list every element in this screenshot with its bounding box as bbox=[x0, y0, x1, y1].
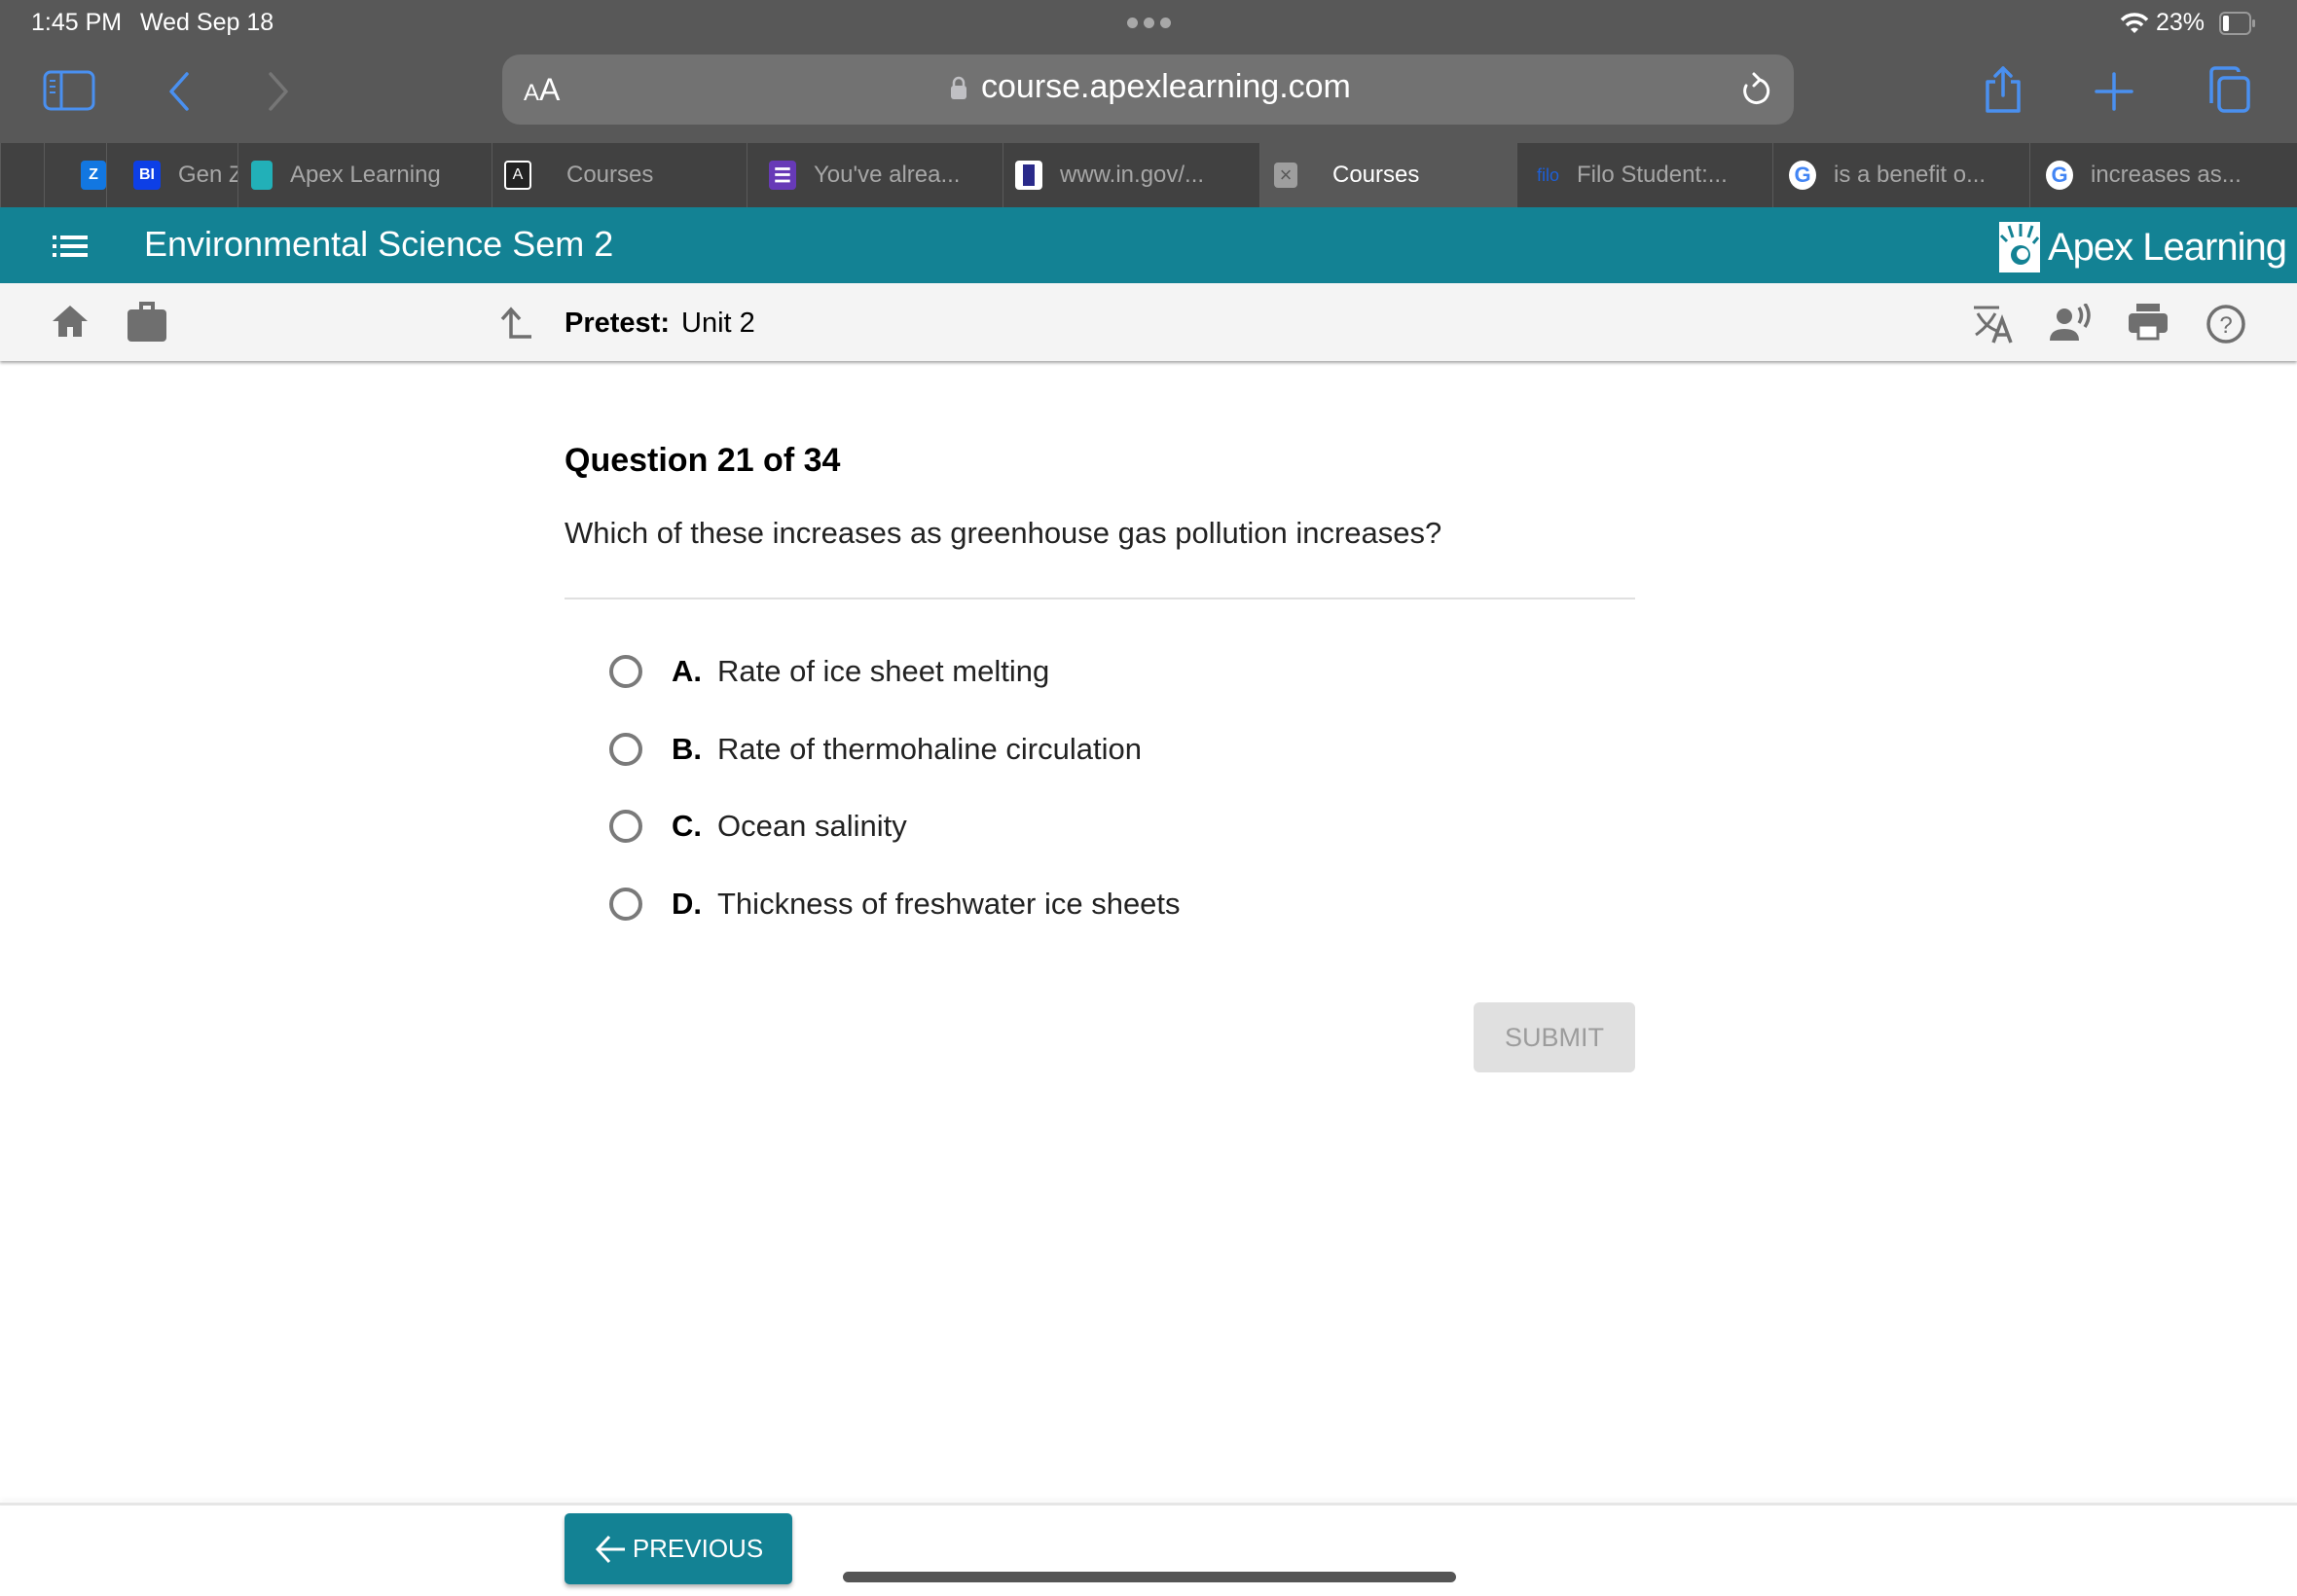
answer-option-b[interactable]: B. Rate of thermohaline circulation bbox=[609, 723, 1142, 776]
multitasking-dots-icon[interactable] bbox=[1127, 18, 1171, 28]
tab-bar: Z BI Gen Z Apex Learning A Courses ☰ You… bbox=[0, 143, 2297, 207]
breadcrumb-value: Unit 2 bbox=[681, 308, 755, 339]
tab-label: Gen Z bbox=[178, 162, 237, 188]
arrow-left-icon bbox=[595, 1535, 625, 1563]
back-icon[interactable] bbox=[164, 70, 193, 113]
tab-courses-active[interactable]: × Courses bbox=[1259, 143, 1516, 207]
indiana-icon bbox=[1015, 161, 1042, 190]
print-icon[interactable] bbox=[2128, 304, 2169, 341]
share-icon[interactable] bbox=[1982, 64, 2024, 115]
answer-option-a[interactable]: A. Rate of ice sheet melting bbox=[609, 645, 1049, 698]
url-text[interactable]: course.apexlearning.com bbox=[981, 68, 1351, 106]
tab-pinned-empty[interactable] bbox=[0, 143, 44, 207]
tab-google-forms[interactable]: ☰ You've alrea... bbox=[747, 143, 1003, 207]
forms-icon: ☰ bbox=[769, 161, 796, 190]
apex-logo-icon bbox=[1999, 222, 2040, 272]
radio-button[interactable] bbox=[609, 733, 642, 766]
google-icon: G bbox=[1789, 161, 1816, 190]
option-text: Ocean salinity bbox=[717, 809, 907, 843]
tab-google-search-2[interactable]: G increases as... bbox=[2029, 143, 2297, 207]
option-letter: A. bbox=[672, 654, 702, 688]
battery-icon bbox=[2219, 12, 2255, 35]
a-icon: A bbox=[504, 161, 531, 190]
question-divider bbox=[565, 598, 1635, 599]
tab-label: Courses bbox=[566, 162, 654, 188]
lock-icon bbox=[951, 76, 966, 99]
radio-button[interactable] bbox=[609, 655, 642, 688]
tab-in-gov[interactable]: www.in.gov/... bbox=[1003, 143, 1259, 207]
answer-option-d[interactable]: D. Thickness of freshwater ice sheets bbox=[609, 878, 1181, 930]
tab-label: is a benefit o... bbox=[1834, 162, 1987, 188]
option-text: Rate of ice sheet melting bbox=[717, 654, 1050, 688]
svg-text:?: ? bbox=[2219, 312, 2232, 339]
wifi-icon bbox=[2120, 13, 2149, 33]
tab-label: increases as... bbox=[2091, 162, 2242, 188]
breadcrumb-label: Pretest: bbox=[565, 308, 670, 339]
bi-icon: BI bbox=[133, 161, 161, 190]
up-level-arrow-icon[interactable] bbox=[498, 306, 533, 341]
text-size-large-a: A bbox=[539, 72, 561, 107]
home-indicator[interactable] bbox=[843, 1572, 1456, 1582]
breadcrumb: Pretest: Unit 2 bbox=[565, 308, 755, 340]
filo-icon: filo bbox=[1537, 164, 1560, 185]
home-icon[interactable] bbox=[51, 304, 90, 339]
tab-overview-icon[interactable] bbox=[2206, 64, 2254, 115]
menu-list-icon[interactable] bbox=[51, 234, 90, 259]
close-tab-icon[interactable]: × bbox=[1274, 163, 1297, 188]
google-icon: G bbox=[2046, 161, 2073, 190]
option-letter: C. bbox=[672, 809, 702, 843]
tab-label: You've alrea... bbox=[814, 162, 961, 188]
option-text: Rate of thermohaline circulation bbox=[717, 732, 1142, 766]
tab-apex-learning[interactable]: Apex Learning bbox=[237, 143, 492, 207]
option-text: Thickness of freshwater ice sheets bbox=[717, 887, 1181, 921]
briefcase-icon[interactable] bbox=[127, 300, 167, 343]
footer-divider bbox=[0, 1503, 2297, 1505]
apex-learning-logo: Apex Learning bbox=[1999, 222, 2287, 272]
question-number: Question 21 of 34 bbox=[565, 442, 841, 479]
question-text: Which of these increases as greenhouse g… bbox=[565, 516, 1442, 550]
submit-button[interactable]: SUBMIT bbox=[1474, 1002, 1635, 1072]
apex-icon bbox=[251, 161, 273, 190]
status-time: 1:45 PM bbox=[31, 9, 123, 36]
tab-filo[interactable]: filo Filo Student:... bbox=[1516, 143, 1772, 207]
apex-brand-text: Apex Learning bbox=[2048, 225, 2287, 269]
tab-courses[interactable]: A Courses bbox=[492, 143, 747, 207]
tab-gen-z[interactable]: BI Gen Z bbox=[106, 143, 237, 207]
radio-button[interactable] bbox=[609, 810, 642, 843]
activity-toolbar bbox=[0, 283, 2297, 361]
tab-label: Apex Learning bbox=[290, 162, 441, 188]
answer-option-c[interactable]: C. Ocean salinity bbox=[609, 800, 907, 852]
translate-icon[interactable] bbox=[1972, 304, 2015, 345]
status-date: Wed Sep 18 bbox=[140, 9, 274, 36]
tab-zillow[interactable]: Z bbox=[44, 143, 106, 207]
battery-percent: 23% bbox=[2156, 9, 2206, 36]
text-to-speech-icon[interactable] bbox=[2048, 304, 2093, 343]
text-size-small-a: A bbox=[524, 80, 540, 106]
new-tab-icon[interactable] bbox=[2093, 70, 2135, 113]
radio-button[interactable] bbox=[609, 888, 642, 921]
forward-icon[interactable] bbox=[265, 70, 294, 113]
option-letter: D. bbox=[672, 887, 702, 921]
help-icon[interactable]: ? bbox=[2206, 304, 2246, 345]
zillow-icon: Z bbox=[81, 161, 106, 190]
tab-google-search-1[interactable]: G is a benefit o... bbox=[1772, 143, 2029, 207]
tab-label: www.in.gov/... bbox=[1060, 162, 1205, 188]
reload-icon[interactable] bbox=[1738, 70, 1773, 109]
tab-label: Filo Student:... bbox=[1577, 162, 1728, 188]
tab-label: Courses bbox=[1332, 162, 1420, 188]
previous-button[interactable]: PREVIOUS bbox=[565, 1513, 792, 1584]
sidebar-toggle-icon[interactable] bbox=[43, 70, 95, 111]
option-letter: B. bbox=[672, 732, 702, 766]
text-size-button[interactable]: AA bbox=[524, 72, 560, 108]
course-title: Environmental Science Sem 2 bbox=[144, 224, 614, 264]
previous-label: PREVIOUS bbox=[632, 1534, 764, 1563]
